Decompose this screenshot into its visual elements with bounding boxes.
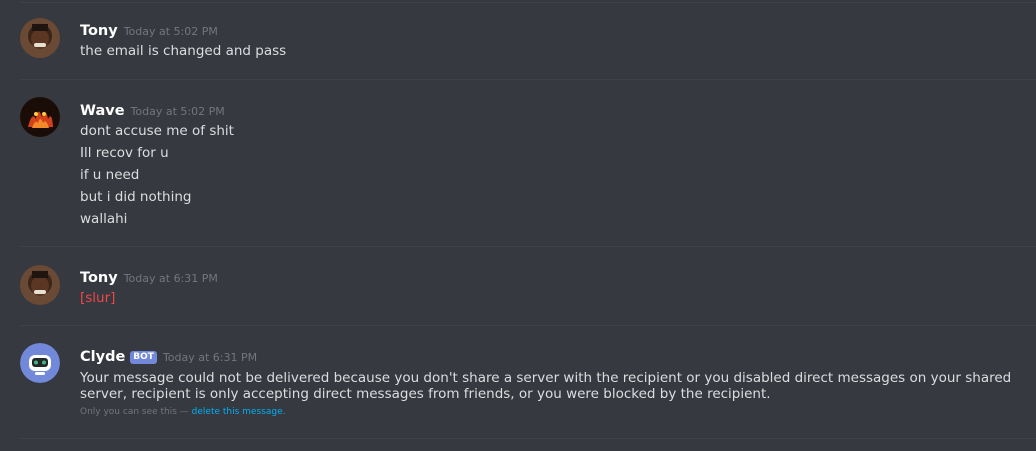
chat-message-list: Tony Today at 5:02 PM the email is change… [0,0,1036,451]
message-header: Wave Today at 5:02 PM [80,100,1016,120]
timestamp: Today at 5:02 PM [130,105,225,118]
message-text: the email is changed and pass [80,43,287,59]
user-avatar-icon[interactable] [20,265,60,305]
message-group: Wave Today at 5:02 PM dont accuse me of s… [0,80,1036,247]
system-message-text: Your message could not be delivered beca… [80,370,1012,402]
message-text: wallahi [80,211,128,227]
bot-badge: BOT [130,351,157,364]
message-text: but i did nothing [80,189,192,205]
user-avatar-icon[interactable] [20,18,60,58]
message-group: Clyde BOT Today at 6:31 PM Your message co… [0,326,1036,438]
message-group: Tony Today at 5:02 PM the email is change… [0,0,1036,80]
message-header: Clyde BOT Today at 6:31 PM [80,346,1016,366]
username[interactable]: Tony [80,23,118,39]
message-text: if u need [80,167,140,183]
username[interactable]: Wave [80,103,125,119]
username[interactable]: Tony [80,270,118,286]
message-content: Wave Today at 5:02 PM dont accuse me of s… [80,100,1016,230]
message-content: Tony Today at 5:02 PM the email is change… [80,20,1016,62]
message-header: Tony Today at 6:31 PM [80,267,1016,287]
message-header: Tony Today at 5:02 PM [80,20,1016,40]
message-divider [20,438,1036,439]
failed-message-text: [slur] [80,290,116,306]
delete-message-link[interactable]: delete this message. [192,407,286,417]
timestamp: Today at 6:31 PM [162,351,258,364]
fire-avatar-icon[interactable] [20,97,60,137]
robot-avatar-icon[interactable] [20,343,60,383]
timestamp: Today at 5:02 PM [123,25,218,38]
message-content: Tony Today at 6:31 PM [slur] [80,267,1016,309]
message-text: Ill recov for u [80,145,169,161]
ephemeral-note-text: Only you can see this — [80,407,192,417]
message-group: Tony Today at 6:31 PM [slur] [0,247,1036,326]
message-content: Clyde BOT Today at 6:31 PM Your message co… [80,346,1016,418]
username[interactable]: Clyde [80,349,125,365]
message-text: dont accuse me of shit [80,123,234,139]
ephemeral-note: Only you can see this — delete this mess… [80,406,1016,418]
timestamp: Today at 6:31 PM [123,272,218,285]
